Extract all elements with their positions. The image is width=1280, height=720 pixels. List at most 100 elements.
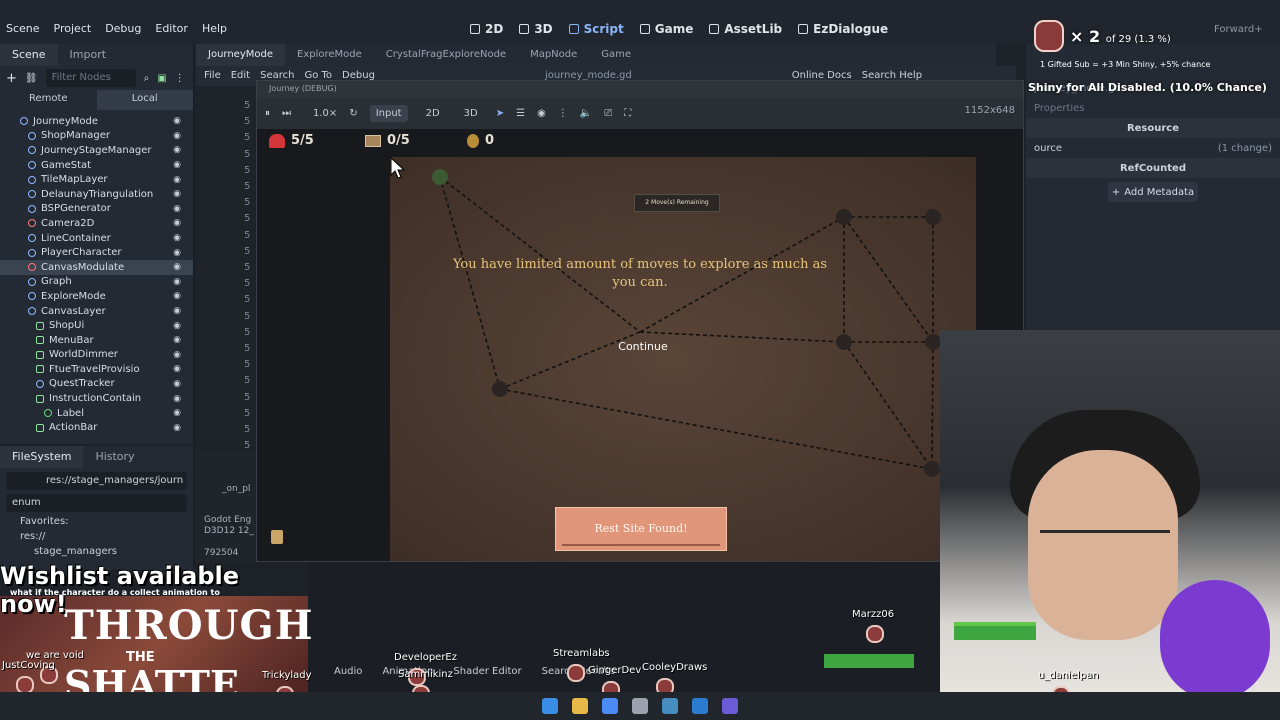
visibility-icon[interactable]: ◉	[173, 189, 181, 199]
bottom-tab[interactable]: Shader Editor	[453, 666, 521, 677]
tree-node[interactable]: LineContainer ◉	[0, 231, 193, 246]
renderer-label[interactable]: Forward+	[1214, 24, 1263, 35]
script-tab[interactable]: ExploreMode	[285, 44, 374, 66]
resource-section[interactable]: Resource	[1026, 118, 1280, 138]
visibility-icon[interactable]: ◉	[173, 218, 181, 228]
bottom-tab[interactable]: Audio	[334, 666, 362, 677]
rest-site-button[interactable]: Rest Site Found!	[555, 507, 727, 551]
refcounted-section[interactable]: RefCounted	[1026, 158, 1280, 178]
workspace-2d[interactable]: 2D	[470, 22, 503, 36]
link-icon[interactable]: ⛓	[25, 73, 38, 84]
tree-node[interactable]: QuestTracker ◉	[0, 377, 193, 392]
visibility-icon[interactable]: ◉	[173, 131, 181, 141]
tree-node[interactable]: BSPGenerator ◉	[0, 202, 193, 217]
fs-item-res[interactable]: res://	[0, 531, 193, 546]
visibility-icon[interactable]: ◉	[173, 306, 181, 316]
remote-button[interactable]: Remote	[0, 90, 97, 110]
start-icon[interactable]	[542, 698, 558, 714]
continue-button[interactable]: Continue	[598, 340, 688, 353]
visibility-icon[interactable]: ◉	[173, 116, 181, 126]
reset-icon[interactable]: ↻	[349, 108, 357, 119]
menu-project[interactable]: Project	[54, 22, 92, 35]
visibility-icon[interactable]: ◉	[173, 321, 181, 331]
tab-history[interactable]: History	[83, 446, 146, 468]
menu-help[interactable]: Help	[202, 22, 227, 35]
select-icon[interactable]: ➤	[496, 108, 504, 119]
tree-node[interactable]: CanvasLayer ◉	[0, 304, 193, 319]
workspace-script[interactable]: Script	[568, 22, 624, 36]
chrome-icon[interactable]	[602, 698, 618, 714]
visibility-icon[interactable]: ◉	[173, 262, 181, 272]
script-tab[interactable]: Game	[589, 44, 643, 66]
tree-node[interactable]: GameStat ◉	[0, 158, 193, 173]
script-menu-file[interactable]: File	[204, 70, 221, 82]
obs-icon[interactable]	[722, 698, 738, 714]
tree-node[interactable]: ShopManager ◉	[0, 129, 193, 144]
visibility-icon[interactable]: ◉	[537, 108, 546, 119]
tree-node[interactable]: DelaunayTriangulation ◉	[0, 187, 193, 202]
visibility-icon[interactable]: ◉	[173, 350, 181, 360]
script-icon[interactable]: ▣	[157, 73, 166, 84]
visibility-icon[interactable]: ◉	[173, 160, 181, 170]
tree-node[interactable]: WorldDimmer ◉	[0, 348, 193, 363]
tree-node[interactable]: MenuBar ◉	[0, 333, 193, 348]
list-icon[interactable]: ☰	[516, 108, 525, 119]
search-icon[interactable]: ⌕	[144, 73, 150, 84]
tab-import[interactable]: Import	[58, 44, 119, 66]
app-icon[interactable]	[632, 698, 648, 714]
mode-3d-button[interactable]: 3D	[458, 105, 484, 122]
tab-scene[interactable]: Scene	[0, 44, 58, 66]
tree-node[interactable]: ActionBar ◉	[0, 420, 193, 435]
workspace-3d[interactable]: 3D	[519, 22, 553, 36]
tree-node[interactable]: FtueTravelProvisio ◉	[0, 362, 193, 377]
pause-icon[interactable]: ⏸	[265, 108, 270, 119]
visibility-icon[interactable]: ◉	[173, 204, 181, 214]
menu-scene[interactable]: Scene	[6, 22, 40, 35]
inspector-filter[interactable]: Properties	[1026, 98, 1280, 118]
visibility-icon[interactable]: ◉	[173, 248, 181, 258]
filesystem-path[interactable]: res://stage_managers/journ	[6, 472, 187, 490]
workspace-game[interactable]: Game	[639, 22, 693, 36]
tree-node[interactable]: TileMapLayer ◉	[0, 172, 193, 187]
workspace-ezdialogue[interactable]: EzDialogue	[798, 22, 888, 36]
fs-item-stage-managers[interactable]: stage_managers	[0, 546, 193, 561]
scroll-icon[interactable]	[271, 530, 283, 544]
folder-icon[interactable]	[572, 698, 588, 714]
visibility-icon[interactable]: ◉	[173, 291, 181, 301]
script-tab[interactable]: MapNode	[518, 44, 589, 66]
input-button[interactable]: Input	[369, 104, 408, 122]
menu-dots-icon[interactable]: ⋮	[558, 108, 568, 119]
add-node-icon[interactable]: +	[6, 71, 17, 86]
script-tab[interactable]: JourneyMode	[196, 44, 285, 66]
workspace-assetlib[interactable]: AssetLib	[709, 22, 782, 36]
local-button[interactable]: Local	[96, 90, 193, 110]
filesystem-search[interactable]: enum	[6, 494, 187, 512]
menu-dots-icon[interactable]: ⋮	[175, 73, 185, 84]
visibility-icon[interactable]: ◉	[173, 423, 181, 433]
tree-node[interactable]: InstructionContain ◉	[0, 391, 193, 406]
visibility-icon[interactable]: ◉	[173, 408, 181, 418]
tree-node[interactable]: ShopUi ◉	[0, 318, 193, 333]
audio-icon[interactable]: 🔈	[580, 108, 592, 119]
tree-node[interactable]: CanvasModulate ◉	[0, 259, 193, 275]
script-menu-edit[interactable]: Edit	[231, 70, 250, 82]
menu-debug[interactable]: Debug	[105, 22, 141, 35]
visibility-icon[interactable]: ◉	[173, 394, 181, 404]
menu-editor[interactable]: Editor	[155, 22, 188, 35]
visibility-icon[interactable]: ◉	[173, 145, 181, 155]
visibility-icon[interactable]: ◉	[173, 175, 181, 185]
filter-nodes-input[interactable]: Filter Nodes	[45, 69, 136, 87]
camera-icon[interactable]: ⎚	[604, 108, 612, 119]
tree-node[interactable]: PlayerCharacter ◉	[0, 245, 193, 260]
fullscreen-icon[interactable]: ⛶	[624, 108, 631, 119]
tab-filesystem[interactable]: FileSystem	[0, 446, 84, 468]
tree-node[interactable]: ExploreMode ◉	[0, 289, 193, 304]
visibility-icon[interactable]: ◉	[173, 379, 181, 389]
mode-2d-button[interactable]: 2D	[420, 105, 446, 122]
visibility-icon[interactable]: ◉	[173, 233, 181, 243]
tree-node[interactable]: Camera2D ◉	[0, 216, 193, 231]
step-icon[interactable]: ⏭	[282, 108, 291, 119]
tree-node[interactable]: Graph ◉	[0, 275, 193, 290]
godot-icon[interactable]	[662, 698, 678, 714]
tree-node[interactable]: Label ◉	[0, 406, 193, 421]
